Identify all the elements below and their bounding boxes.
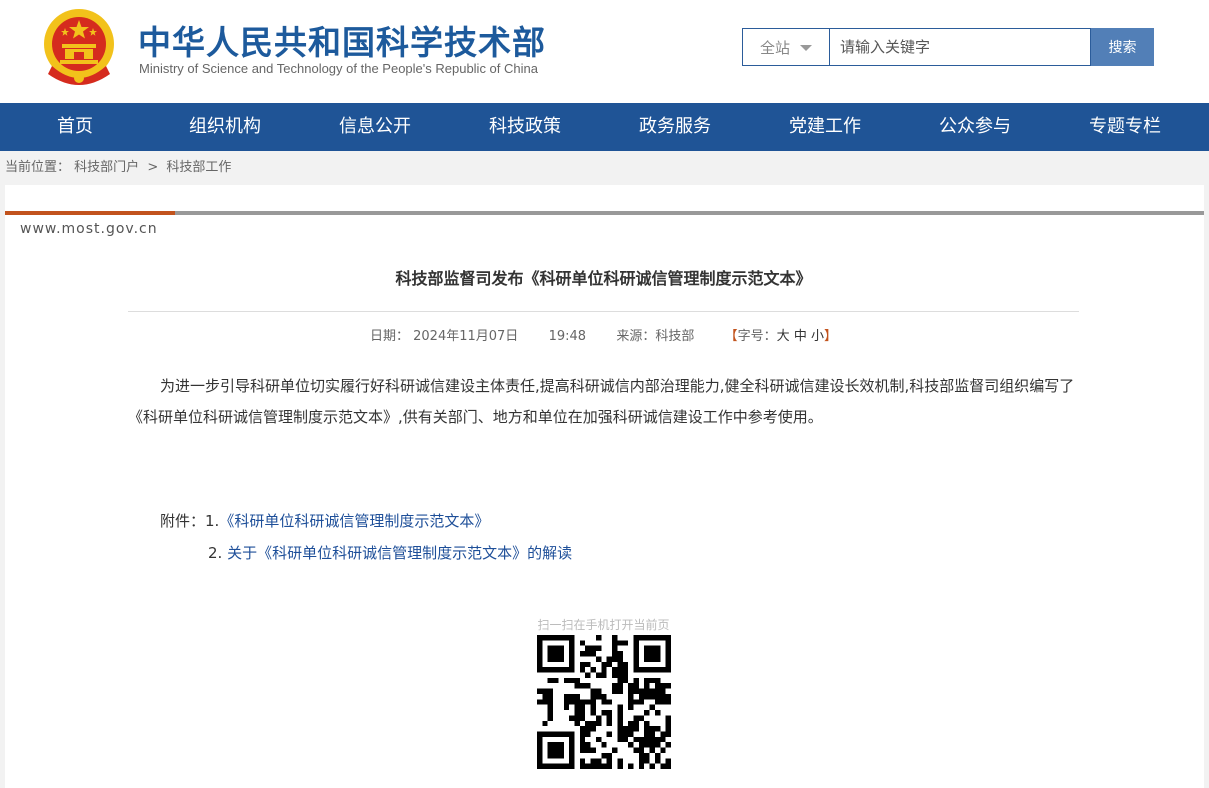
nav-item-home[interactable]: 首页 <box>0 103 150 151</box>
font-size-label: 字号： <box>737 329 777 344</box>
nav-item-disclosure[interactable]: 信息公开 <box>300 103 450 151</box>
chevron-down-icon <box>800 45 812 51</box>
font-size-bracket-open: 【 <box>724 329 738 344</box>
breadcrumb-link-portal[interactable]: 科技部门户 <box>74 160 139 175</box>
attachments-label: 附件： <box>160 512 206 530</box>
site-title[interactable]: 中华人民共和国科学技术部 <box>138 16 546 64</box>
divider <box>128 311 1079 312</box>
date-label: 日期： <box>369 329 409 344</box>
attachment-item: 附件：1.《科研单位科研诚信管理制度示范文本》 <box>160 510 489 531</box>
divider-accent <box>5 211 175 215</box>
national-emblem-icon[interactable] <box>38 4 120 88</box>
main-nav: 首页 组织机构 信息公开 科技政策 政务服务 党建工作 公众参与 专题专栏 <box>0 103 1209 151</box>
article-source: 科技部 <box>655 329 695 344</box>
font-size-large-button[interactable]: 大 <box>777 329 790 344</box>
article-panel: www.most.gov.cn 科技部监督司发布《科研单位科研诚信管理制度示范文… <box>5 185 1204 788</box>
nav-item-organization[interactable]: 组织机构 <box>150 103 300 151</box>
breadcrumb: 当前位置： 科技部门户 > 科技部工作 <box>0 151 1209 185</box>
article-date: 2024年11月07日 <box>413 329 519 344</box>
font-size-bracket-close: 】 <box>824 329 838 344</box>
font-size-medium-button[interactable]: 中 <box>794 329 807 344</box>
font-size-small-button[interactable]: 小 <box>811 329 824 344</box>
site-subtitle: Ministry of Science and Technology of th… <box>139 61 538 76</box>
nav-item-party-building[interactable]: 党建工作 <box>750 103 900 151</box>
search-scope-value: 全站 <box>759 38 790 57</box>
attachment-number: 1. <box>205 512 220 530</box>
breadcrumb-separator: > <box>147 160 159 175</box>
article-time: 19:48 <box>548 329 587 344</box>
attachment-item: 2. 关于《科研单位科研诚信管理制度示范文本》的解读 <box>208 542 572 563</box>
site-header: 中华人民共和国科学技术部 Ministry of Science and Tec… <box>0 0 1209 103</box>
search-input[interactable] <box>830 28 1091 66</box>
qr-caption: 扫一扫在手机打开当前页 <box>537 618 670 632</box>
divider <box>5 211 1204 215</box>
attachment-link[interactable]: 《科研单位科研诚信管理制度示范文本》 <box>219 512 489 530</box>
search-scope-dropdown[interactable]: 全站 <box>742 28 830 66</box>
attachment-number: 2. <box>208 544 223 562</box>
article-body: 为进一步引导科研单位切实履行好科研诚信建设主体责任,提高科研诚信内部治理能力,健… <box>128 377 1075 426</box>
search-button[interactable]: 搜索 <box>1091 28 1154 66</box>
breadcrumb-link-work[interactable]: 科技部工作 <box>166 160 231 175</box>
qr-code-image <box>537 635 671 769</box>
site-domain: www.most.gov.cn <box>20 221 158 237</box>
breadcrumb-label: 当前位置： <box>5 160 71 175</box>
nav-item-policy[interactable]: 科技政策 <box>450 103 600 151</box>
source-label: 来源： <box>616 329 656 344</box>
search-bar: 全站 搜索 <box>742 28 1154 66</box>
nav-item-participation[interactable]: 公众参与 <box>900 103 1050 151</box>
article-title: 科技部监督司发布《科研单位科研诚信管理制度示范文本》 <box>395 269 812 288</box>
nav-item-special-topics[interactable]: 专题专栏 <box>1050 103 1200 151</box>
attachment-link[interactable]: 关于《科研单位科研诚信管理制度示范文本》的解读 <box>227 544 572 562</box>
article-meta: 日期： 2024年11月07日 19:48 来源：科技部 【字号：大 中 小】 <box>128 325 1079 344</box>
nav-item-services[interactable]: 政务服务 <box>600 103 750 151</box>
